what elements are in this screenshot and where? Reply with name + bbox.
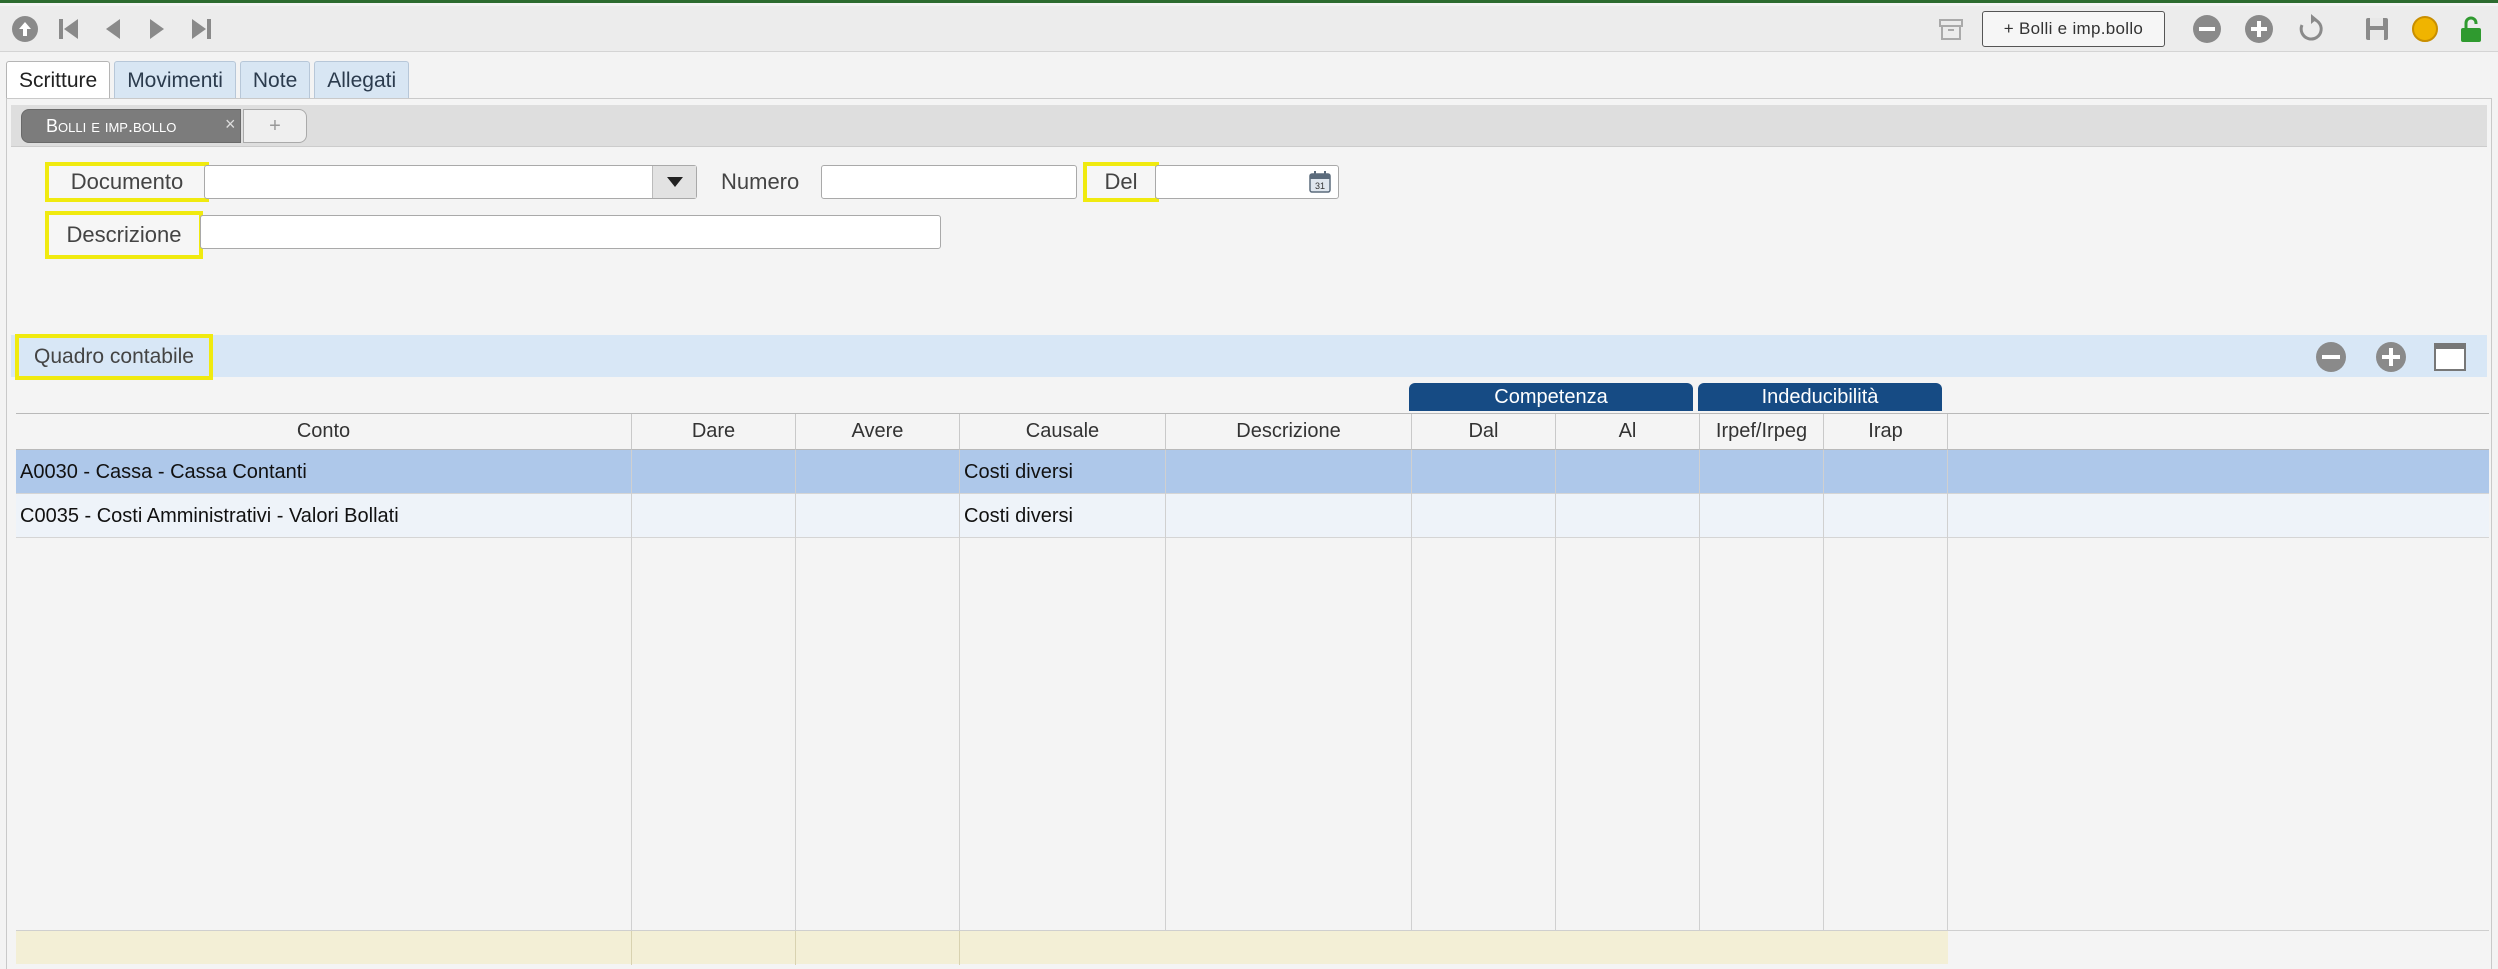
column-header-al[interactable]: Al [1556, 414, 1700, 450]
descrizione-cell[interactable] [1166, 494, 1412, 538]
add-row-icon[interactable] [2374, 340, 2408, 374]
irpef-cell[interactable] [1700, 494, 1824, 538]
add-bolli-button[interactable]: + Bolli e imp.bollo [1982, 11, 2165, 47]
column-divider [631, 538, 632, 930]
column-header-descrizione[interactable]: Descrizione [1166, 414, 1412, 450]
status-dot-icon [2410, 14, 2440, 44]
next-record-icon[interactable] [142, 14, 172, 44]
column-divider [1555, 538, 1556, 930]
column-divider [1947, 538, 1948, 930]
documento-select[interactable] [204, 165, 697, 199]
competenza-group-header: Competenza [1409, 383, 1693, 411]
remove-row-icon[interactable] [2314, 340, 2348, 374]
tab-scritture[interactable]: Scritture [6, 61, 111, 99]
documento-label: Documento [45, 162, 209, 202]
dal-cell[interactable] [1412, 494, 1556, 538]
close-icon[interactable]: × [225, 115, 236, 133]
totals-row-filler [1948, 930, 2489, 964]
first-record-icon[interactable] [54, 14, 84, 44]
irap-cell[interactable] [1824, 494, 1948, 538]
numero-input[interactable] [821, 165, 1077, 199]
add-circle-icon[interactable] [2244, 14, 2274, 44]
svg-text:31: 31 [1315, 181, 1325, 191]
column-header-conto[interactable]: Conto [16, 414, 632, 450]
column-divider [1165, 538, 1166, 930]
column-header-dare[interactable]: Dare [632, 414, 796, 450]
refresh-icon[interactable] [2296, 14, 2326, 44]
column-header-causale[interactable]: Causale [960, 414, 1166, 450]
previous-record-icon[interactable] [98, 14, 128, 44]
indeducibilita-group-header: Indeducibilità [1698, 383, 1942, 411]
dare-cell[interactable] [632, 450, 796, 494]
al-cell[interactable] [1556, 450, 1700, 494]
conto-cell[interactable]: A0030 - Cassa - Cassa Contanti [16, 450, 632, 494]
add-subtab-button[interactable]: + [243, 109, 307, 143]
column-divider [1823, 538, 1824, 930]
column-divider [1699, 538, 1700, 930]
column-header-avere[interactable]: Avere [796, 414, 960, 450]
subtab-bolli[interactable]: Bolli e imp.bollo [21, 109, 241, 143]
column-header-irpef[interactable]: Irpef/Irpeg [1700, 414, 1824, 450]
irap-cell[interactable] [1824, 450, 1948, 494]
quadro-grid: Conto Dare Avere Causale Descrizione Dal… [16, 413, 2489, 969]
al-cell[interactable] [1556, 494, 1700, 538]
dare-cell[interactable] [632, 494, 796, 538]
maximize-icon[interactable] [2433, 340, 2467, 374]
totals-row [16, 930, 1948, 965]
avere-cell[interactable] [796, 494, 960, 538]
remove-circle-icon[interactable] [2192, 14, 2222, 44]
avere-cell[interactable] [796, 450, 960, 494]
table-row[interactable]: C0035 - Costi Amministrativi - Valori Bo… [16, 494, 2489, 538]
column-divider [959, 538, 960, 930]
descrizione-input[interactable] [200, 215, 941, 249]
last-record-icon[interactable] [186, 14, 216, 44]
descrizione-label: Descrizione [45, 211, 203, 259]
column-header-irap[interactable]: Irap [1824, 414, 1948, 450]
dal-cell[interactable] [1412, 450, 1556, 494]
save-icon[interactable] [2362, 14, 2392, 44]
causale-cell[interactable]: Costi diversi [960, 450, 1166, 494]
main-tabs: Scritture Movimenti Note Allegati [6, 61, 410, 99]
column-divider [795, 538, 796, 930]
del-date-input[interactable]: 31 [1155, 165, 1339, 199]
column-divider [1411, 538, 1412, 930]
irpef-cell[interactable] [1700, 450, 1824, 494]
chevron-down-icon[interactable] [652, 166, 696, 198]
subtab-bar: Bolli e imp.bollo × + [11, 105, 2487, 147]
subtab-label: Bolli e imp.bollo [46, 115, 177, 136]
calendar-icon[interactable]: 31 [1308, 170, 1332, 194]
conto-cell[interactable]: C0035 - Costi Amministrativi - Valori Bo… [16, 494, 632, 538]
top-toolbar: + Bolli e imp.bollo [0, 6, 2498, 52]
upload-circle-icon[interactable] [10, 14, 40, 44]
tab-movimenti[interactable]: Movimenti [114, 61, 236, 99]
tab-allegati[interactable]: Allegati [314, 61, 410, 99]
del-label: Del [1083, 162, 1159, 202]
column-header-filler [1948, 414, 2489, 450]
numero-label: Numero [721, 169, 800, 194]
table-row[interactable]: A0030 - Cassa - Cassa Contanti Costi div… [16, 450, 2489, 494]
quadro-contabile-bar: Quadro contabile [11, 334, 2487, 380]
unlock-icon[interactable] [2456, 14, 2486, 44]
app-window: + Bolli e imp.bollo Scritture Movimenti … [0, 0, 2498, 969]
tab-note[interactable]: Note [239, 61, 311, 99]
causale-cell[interactable]: Costi diversi [960, 494, 1166, 538]
quadro-contabile-title: Quadro contabile [15, 334, 213, 380]
column-header-dal[interactable]: Dal [1412, 414, 1556, 450]
descrizione-cell[interactable] [1166, 450, 1412, 494]
main-content: Bolli e imp.bollo × + Documento Numero D… [6, 98, 2492, 969]
archive-icon[interactable] [1936, 14, 1966, 44]
